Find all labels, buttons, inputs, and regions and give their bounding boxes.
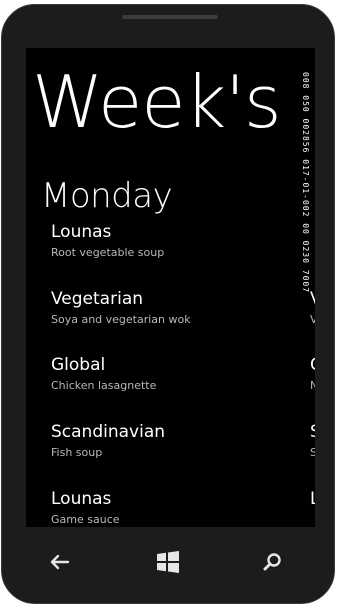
peek-item: L — [310, 488, 315, 510]
peek-desc: N — [310, 378, 315, 394]
menu-item-name: Global — [51, 355, 106, 375]
peek-desc: S — [310, 445, 315, 461]
menu-item-name: Scandinavian — [51, 422, 166, 442]
page-title: Week's — [32, 60, 282, 144]
hardware-nav-bar — [2, 527, 334, 603]
menu-item-desc: Root vegetable soup — [51, 246, 165, 259]
app-screen: Week's 008 050 002856 017-01-002 00 0230… — [26, 48, 315, 528]
windows-start-icon — [157, 551, 179, 573]
search-icon — [263, 553, 281, 571]
peek-item: G N — [310, 354, 315, 394]
menu-item-scandinavian[interactable]: Scandinavian Fish soup — [51, 421, 165, 461]
peek-desc: V — [310, 312, 315, 328]
search-button[interactable] — [252, 547, 292, 577]
peek-item: S S — [310, 421, 315, 461]
peek-item: V V — [310, 288, 315, 328]
menu-item-name: Vegetarian — [51, 289, 144, 309]
menu-item-lounas-2[interactable]: Lounas Game sauce — [51, 488, 120, 528]
menu-item-desc: Chicken lasagnette — [51, 379, 157, 392]
phone-frame: Week's 008 050 002856 017-01-002 00 0230… — [1, 4, 335, 604]
menu-item-desc: Soya and vegetarian wok — [51, 313, 191, 326]
peek-name: S — [310, 422, 315, 442]
vertical-status-text: 008 050 002856 017-01-002 00 0230 7007 — [301, 72, 310, 294]
peek-name: L — [310, 489, 315, 509]
menu-item-desc: Game sauce — [51, 513, 120, 526]
menu-item-name: Lounas — [51, 489, 112, 509]
menu-item-vegetarian[interactable]: Vegetarian Soya and vegetarian wok — [51, 288, 191, 328]
menu-item-name: Lounas — [51, 222, 112, 242]
back-arrow-icon — [50, 554, 70, 570]
speaker-grille — [122, 15, 218, 19]
start-button[interactable] — [148, 547, 188, 577]
peek-name: V — [310, 289, 315, 309]
peek-name: G — [310, 355, 315, 375]
menu-item-global[interactable]: Global Chicken lasagnette — [51, 354, 156, 394]
menu-item-desc: Fish soup — [51, 446, 103, 459]
menu-item-lounas[interactable]: Lounas Root vegetable soup — [51, 221, 164, 261]
back-button[interactable] — [40, 547, 80, 577]
day-heading: Monday — [41, 176, 173, 216]
